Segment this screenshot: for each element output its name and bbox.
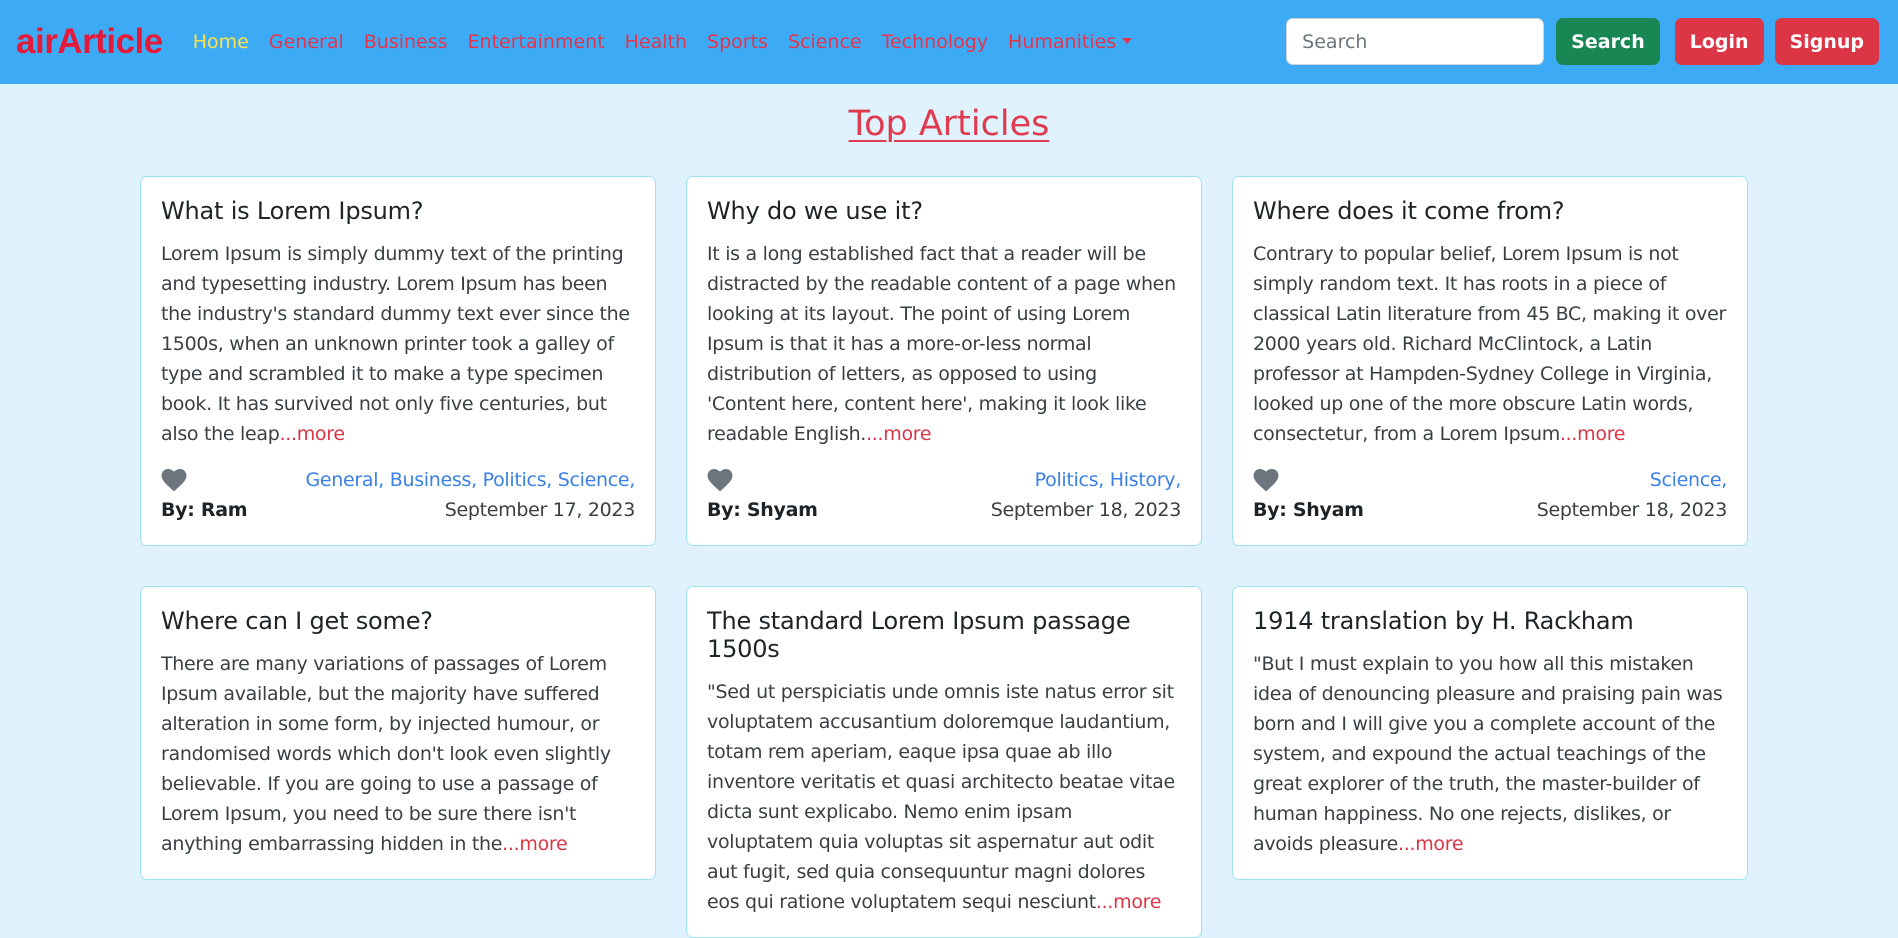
article-author: By: Shyam bbox=[707, 499, 818, 521]
page-title-wrap: Top Articles bbox=[0, 104, 1898, 154]
read-more-link[interactable]: ...more bbox=[866, 423, 932, 445]
article-categories[interactable]: Politics, History, bbox=[1035, 469, 1182, 491]
brand-logo[interactable]: airArticle bbox=[16, 22, 163, 62]
article-date: September 17, 2023 bbox=[444, 499, 636, 521]
nav-actions: Search Login Signup bbox=[1286, 18, 1879, 65]
nav-link-entertainment[interactable]: Entertainment bbox=[468, 31, 605, 53]
signup-button[interactable]: Signup bbox=[1774, 18, 1879, 65]
article-card: Where does it come from? Contrary to pop… bbox=[1232, 176, 1748, 546]
nav-link-business[interactable]: Business bbox=[364, 31, 448, 53]
article-byline: By: Ram September 17, 2023 bbox=[161, 495, 635, 525]
article-card: The standard Lorem Ipsum passage 1500s "… bbox=[686, 586, 1202, 938]
article-title[interactable]: Why do we use it? bbox=[707, 197, 1181, 225]
article-author: By: Ram bbox=[161, 499, 248, 521]
article-card: What is Lorem Ipsum? Lorem Ipsum is simp… bbox=[140, 176, 656, 546]
nav-link-home[interactable]: Home bbox=[193, 31, 249, 53]
article-categories[interactable]: Science, bbox=[1650, 469, 1728, 491]
article-meta: General, Business, Politics, Science, bbox=[161, 465, 635, 495]
article-title[interactable]: The standard Lorem Ipsum passage 1500s bbox=[707, 607, 1181, 663]
article-title[interactable]: Where does it come from? bbox=[1253, 197, 1727, 225]
article-excerpt: Lorem Ipsum is simply dummy text of the … bbox=[161, 239, 635, 449]
read-more-link[interactable]: ...more bbox=[502, 833, 568, 855]
nav-links: Home General Business Entertainment Heal… bbox=[193, 31, 1152, 53]
article-grid: What is Lorem Ipsum? Lorem Ipsum is simp… bbox=[140, 176, 1748, 938]
login-button[interactable]: Login bbox=[1674, 18, 1764, 65]
article-title[interactable]: Where can I get some? bbox=[161, 607, 635, 635]
article-excerpt-text: "But I must explain to you how all this … bbox=[1253, 653, 1723, 855]
article-byline: By: Shyam September 18, 2023 bbox=[1253, 495, 1727, 525]
heart-icon[interactable] bbox=[707, 468, 733, 492]
nav-dropdown-humanities[interactable]: Humanities bbox=[1008, 31, 1133, 53]
nav-link-general[interactable]: General bbox=[269, 31, 344, 53]
nav-dropdown-label: Humanities bbox=[1008, 31, 1117, 53]
article-title[interactable]: 1914 translation by H. Rackham bbox=[1253, 607, 1727, 635]
nav-link-health[interactable]: Health bbox=[625, 31, 687, 53]
read-more-link[interactable]: ...more bbox=[1560, 423, 1626, 445]
heart-icon[interactable] bbox=[161, 468, 187, 492]
article-excerpt-text: "Sed ut perspiciatis unde omnis iste nat… bbox=[707, 681, 1175, 913]
heart-icon[interactable] bbox=[1253, 468, 1279, 492]
article-categories[interactable]: General, Business, Politics, Science, bbox=[305, 469, 635, 491]
article-author: By: Shyam bbox=[1253, 499, 1364, 521]
caret-down-icon bbox=[1122, 38, 1133, 44]
article-meta: Science, bbox=[1253, 465, 1727, 495]
article-date: September 18, 2023 bbox=[990, 499, 1182, 521]
article-byline: By: Shyam September 18, 2023 bbox=[707, 495, 1181, 525]
nav-link-technology[interactable]: Technology bbox=[882, 31, 988, 53]
page-title: Top Articles bbox=[848, 104, 1050, 144]
article-excerpt: There are many variations of passages of… bbox=[161, 649, 635, 859]
article-excerpt: It is a long established fact that a rea… bbox=[707, 239, 1181, 449]
read-more-link[interactable]: ...more bbox=[1096, 891, 1162, 913]
article-excerpt-text: There are many variations of passages of… bbox=[161, 653, 611, 855]
article-card: Why do we use it? It is a long establish… bbox=[686, 176, 1202, 546]
article-title[interactable]: What is Lorem Ipsum? bbox=[161, 197, 635, 225]
read-more-link[interactable]: ...more bbox=[279, 423, 345, 445]
nav-link-science[interactable]: Science bbox=[788, 31, 862, 53]
article-card: Where can I get some? There are many var… bbox=[140, 586, 656, 880]
article-card: 1914 translation by H. Rackham "But I mu… bbox=[1232, 586, 1748, 880]
nav-link-sports[interactable]: Sports bbox=[707, 31, 768, 53]
article-excerpt: "Sed ut perspiciatis unde omnis iste nat… bbox=[707, 677, 1181, 917]
search-input[interactable] bbox=[1286, 18, 1545, 65]
read-more-link[interactable]: ...more bbox=[1398, 833, 1464, 855]
search-button[interactable]: Search bbox=[1556, 18, 1660, 65]
navbar: airArticle Home General Business Enterta… bbox=[0, 0, 1898, 84]
article-excerpt: Contrary to popular belief, Lorem Ipsum … bbox=[1253, 239, 1727, 449]
article-excerpt: "But I must explain to you how all this … bbox=[1253, 649, 1727, 859]
article-excerpt-text: Lorem Ipsum is simply dummy text of the … bbox=[161, 243, 630, 445]
article-meta: Politics, History, bbox=[707, 465, 1181, 495]
article-date: September 18, 2023 bbox=[1536, 499, 1728, 521]
article-excerpt-text: Contrary to popular belief, Lorem Ipsum … bbox=[1253, 243, 1726, 445]
article-excerpt-text: It is a long established fact that a rea… bbox=[707, 243, 1176, 445]
